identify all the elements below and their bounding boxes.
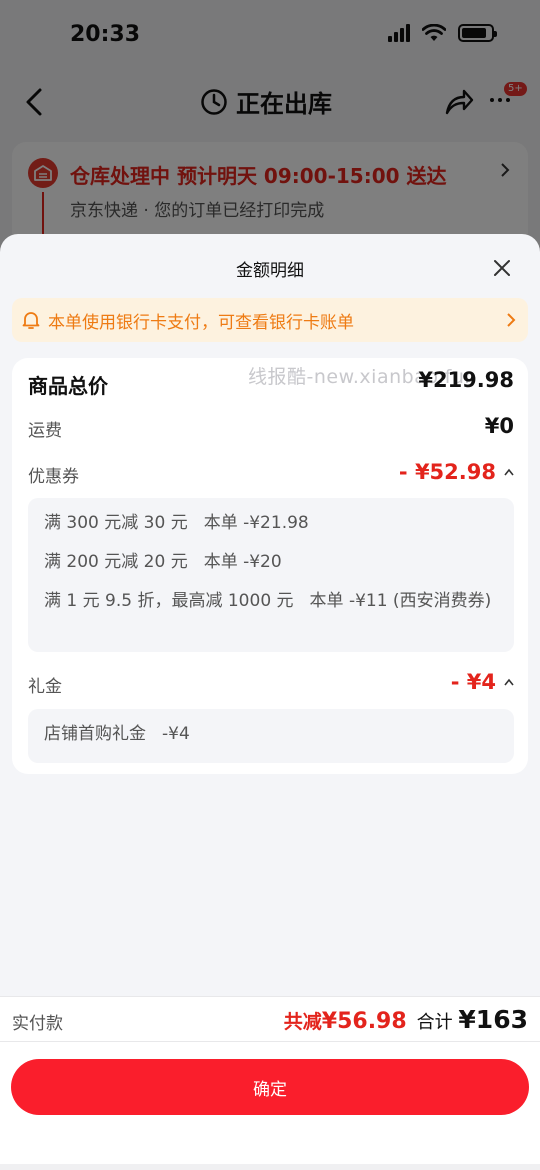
- total-area: 共减¥56.98 合计 ¥163: [284, 1005, 528, 1034]
- coupon-label: 优惠券: [28, 467, 79, 487]
- bell-icon: [22, 312, 40, 329]
- goods-total-label: 商品总价: [28, 374, 108, 398]
- coupon-amount: 本单 -¥11 (西安消费券): [309, 591, 492, 611]
- coupon-row[interactable]: 优惠券 - ¥52.98: [28, 460, 514, 492]
- chevron-up-icon: [504, 468, 514, 476]
- shipping-value: ¥0: [484, 414, 514, 438]
- coupon-amount: 本单 -¥20: [203, 552, 282, 572]
- gift-label: 礼金: [28, 677, 62, 697]
- coupon-value: - ¥52.98: [398, 460, 496, 484]
- coupon-item: 满 200 元减 20 元 本单 -¥20: [44, 551, 498, 573]
- home-indicator: [0, 1164, 540, 1170]
- goods-total-row: 商品总价 ¥219.98: [28, 368, 514, 400]
- chevron-up-icon: [504, 678, 514, 686]
- bank-card-notice[interactable]: 本单使用银行卡支付，可查看银行卡账单: [12, 298, 528, 342]
- gift-row[interactable]: 礼金 - ¥4: [28, 670, 514, 702]
- pay-label: 实付款: [12, 1014, 63, 1034]
- payment-summary-bar: 实付款 共减¥56.98 合计 ¥163: [0, 996, 540, 1042]
- coupon-rule: 满 1 元 9.5 折，最高减 1000 元: [44, 591, 294, 611]
- gift-item: 店铺首购礼金 -¥4: [44, 723, 498, 745]
- coupon-item: 满 1 元 9.5 折，最高减 1000 元 本单 -¥11 (西安消费券): [44, 590, 498, 612]
- coupon-amount: 本单 -¥21.98: [203, 513, 309, 533]
- total-reduce: 共减¥56.98: [284, 1007, 407, 1034]
- gift-amount: -¥4: [162, 724, 190, 744]
- dim-overlay[interactable]: [0, 0, 540, 260]
- total-sum: 合计 ¥163: [417, 1005, 528, 1034]
- gift-rule: 店铺首购礼金: [44, 724, 146, 744]
- shipping-label: 运费: [28, 421, 62, 441]
- notice-text: 本单使用银行卡支付，可查看银行卡账单: [48, 312, 354, 333]
- coupon-item: 满 300 元减 30 元 本单 -¥21.98: [44, 512, 498, 534]
- sheet-title: 金额明细: [236, 261, 304, 281]
- coupon-list: 满 300 元减 30 元 本单 -¥21.98 满 200 元减 20 元 本…: [28, 498, 514, 652]
- sum-prefix: 合计: [416, 1012, 453, 1033]
- coupon-rule: 满 200 元减 20 元: [44, 552, 188, 572]
- reduce-value: ¥56.98: [321, 1009, 407, 1034]
- chevron-right-icon: [507, 313, 516, 327]
- gift-value: - ¥4: [450, 670, 496, 694]
- goods-total-value: ¥219.98: [418, 368, 514, 392]
- gift-list: 店铺首购礼金 -¥4: [28, 709, 514, 763]
- confirm-area: 确定: [0, 1042, 540, 1170]
- confirm-button[interactable]: 确定: [11, 1059, 529, 1115]
- page: 20:33 正在: [0, 0, 540, 1170]
- sum-value: ¥163: [458, 1005, 528, 1034]
- coupon-rule: 满 300 元减 30 元: [44, 513, 188, 533]
- amount-detail-card: 线报酷-new.xianbao.fun 商品总价 ¥219.98 运费 ¥0 优…: [12, 358, 528, 774]
- shipping-row: 运费 ¥0: [28, 414, 514, 446]
- close-icon[interactable]: [492, 258, 512, 278]
- reduce-prefix: 共减: [283, 1011, 322, 1033]
